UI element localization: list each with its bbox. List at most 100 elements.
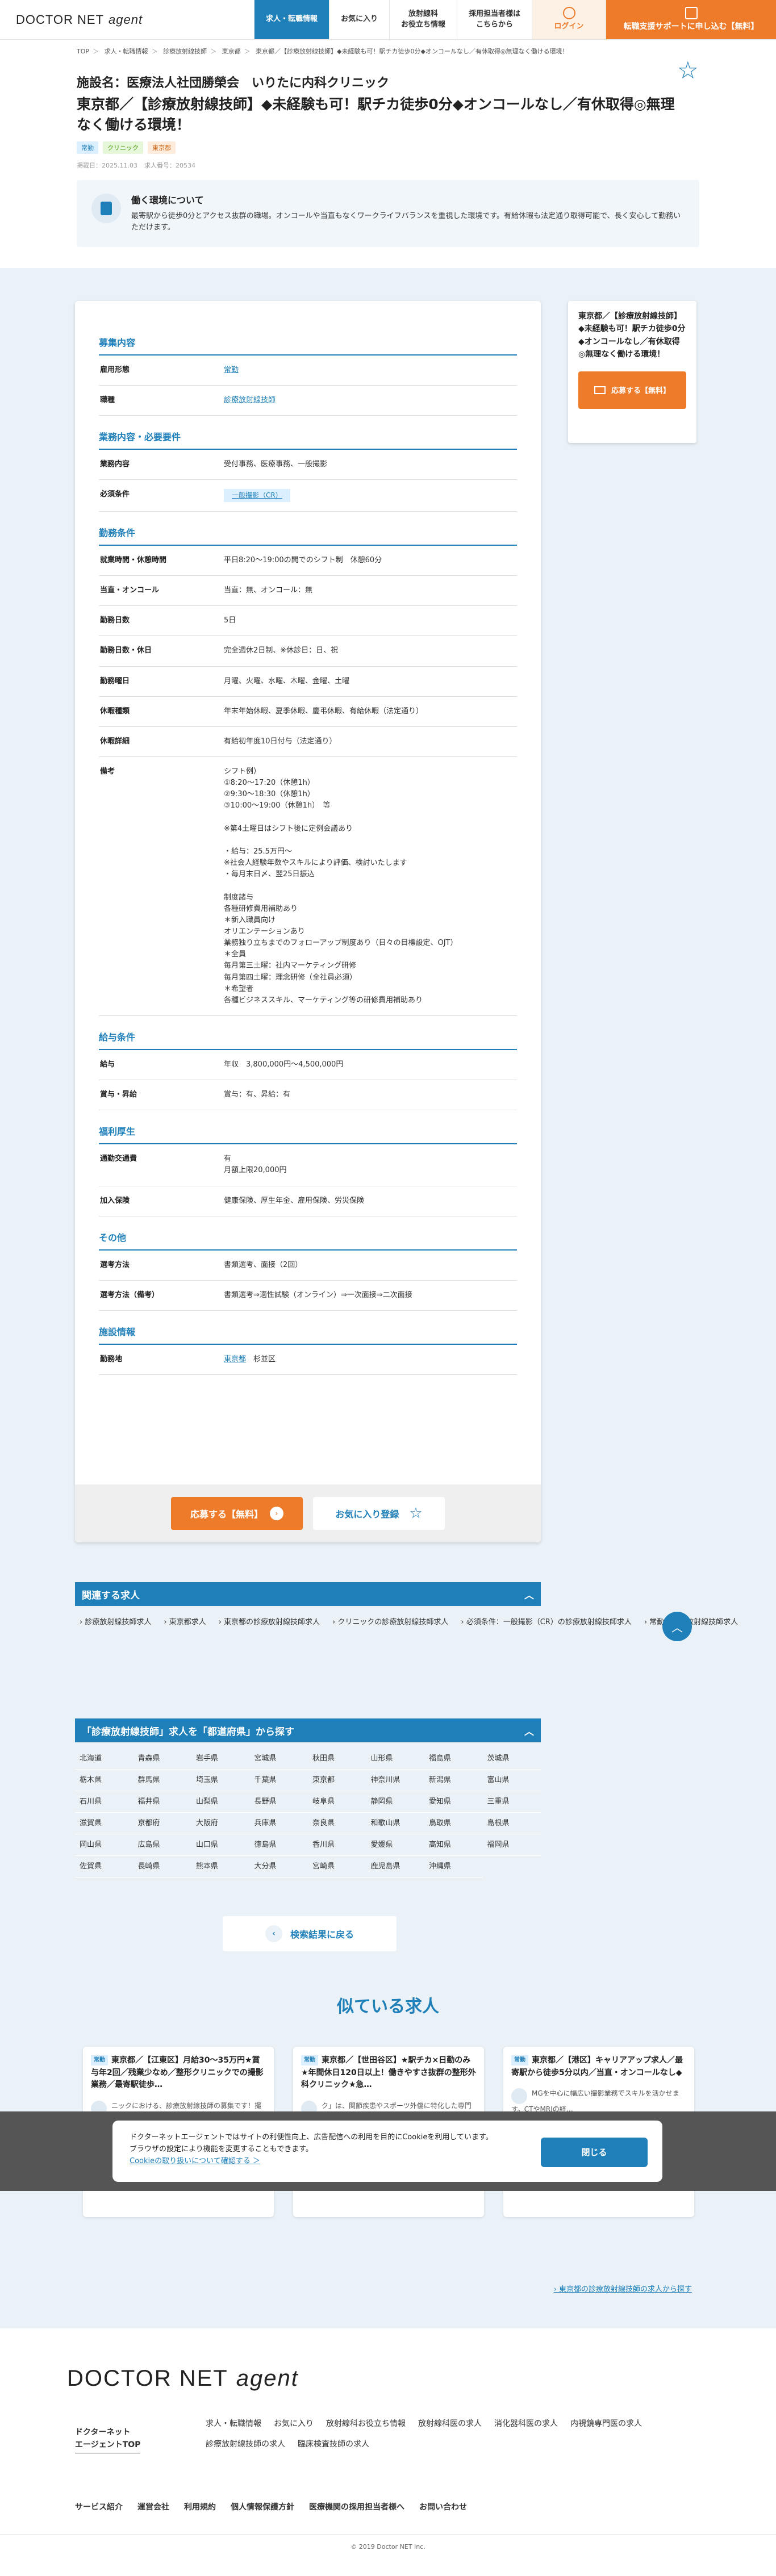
prefecture-link[interactable]: 富山県 <box>482 1770 541 1791</box>
prefecture-link[interactable]: 福岡県 <box>482 1834 541 1856</box>
footer-link[interactable]: 消化器科医の求人 <box>494 2414 558 2434</box>
prefecture-link[interactable]: 福井県 <box>133 1791 191 1813</box>
prefecture-link[interactable]: 長崎県 <box>133 1856 191 1877</box>
prefecture-link[interactable]: 大分県 <box>249 1856 308 1877</box>
footer-link[interactable]: 臨床検査技師の求人 <box>298 2434 369 2454</box>
prefecture-link[interactable]: 兵庫県 <box>249 1813 308 1834</box>
row-link[interactable]: 常勤 <box>224 366 239 374</box>
footer-bottom-link[interactable]: 運営会社 <box>137 2503 169 2512</box>
prefecture-link[interactable]: 長野県 <box>249 1791 308 1813</box>
nav-jobs[interactable]: 求人・転職情報 <box>253 0 329 39</box>
prefecture-link[interactable]: 香川県 <box>308 1834 366 1856</box>
prefecture-link[interactable]: 東京都 <box>308 1770 366 1791</box>
favorite-button[interactable]: お気に入り登録 ☆ <box>313 1497 445 1530</box>
apply-button[interactable]: 応募する【無料】 › <box>171 1497 303 1530</box>
prefecture-link[interactable]: 群馬県 <box>133 1770 191 1791</box>
breadcrumb-item[interactable]: 求人・転職情報 <box>105 48 148 55</box>
prefecture-link[interactable]: 奈良県 <box>308 1813 366 1834</box>
prefecture-link[interactable]: 滋賀県 <box>75 1813 133 1834</box>
footer-link[interactable]: 放射線科医の求人 <box>418 2414 482 2434</box>
prefecture-link[interactable]: 福島県 <box>424 1748 483 1770</box>
prefecture-link[interactable]: 千葉県 <box>249 1770 308 1791</box>
related-job-link[interactable]: › クリニックの診療放射線技師求人 <box>332 1618 448 1626</box>
footer-bottom-link[interactable]: 個人情報保護方針 <box>231 2503 294 2512</box>
prefecture-link[interactable]: 愛媛県 <box>366 1834 424 1856</box>
footer-link[interactable]: 診療放射線技師の求人 <box>206 2434 285 2454</box>
prefecture-link[interactable]: 山形県 <box>366 1748 424 1770</box>
prefecture-link[interactable]: 茨城県 <box>482 1748 541 1770</box>
cookie-policy-link[interactable]: Cookieの取り扱いについて確認する ＞ <box>130 2157 260 2165</box>
prefecture-grid: 北海道 青森県 岩手県 宮城県 秋田県 山形県 福島県 茨城県栃木県 群馬県 埼玉県 千葉県 東京都神… <box>75 1748 541 1877</box>
row-label: 選考方法（備考） <box>100 1290 160 1299</box>
footer-bottom-link[interactable]: 医療機関の採用担当者様へ <box>309 2503 404 2512</box>
footer-bottom-link[interactable]: 利用規約 <box>184 2503 216 2512</box>
prefecture-link[interactable]: 神奈川県 <box>366 1770 424 1791</box>
footer-link[interactable]: 内視鏡専門医の求人 <box>570 2414 642 2434</box>
row-link[interactable]: 診療放射線技師 <box>224 396 276 404</box>
prefecture-link[interactable]: 三重県 <box>482 1791 541 1813</box>
prefecture-link[interactable]: 山口県 <box>191 1834 250 1856</box>
footer-link[interactable]: お気に入り <box>274 2414 314 2434</box>
footer-top-link[interactable]: ドクターネット エージェントTOP <box>75 2426 141 2453</box>
row-label: 勤務曜日 <box>100 676 130 685</box>
side-apply-button[interactable]: 応募する【無料】 <box>578 371 686 409</box>
prefecture-link[interactable]: 鹿児島県 <box>366 1856 424 1877</box>
nav-favorites[interactable]: お気に入り <box>328 0 389 39</box>
prefecture-link[interactable]: 静岡県 <box>366 1791 424 1813</box>
related-job-link[interactable]: › 東京都の診療放射線技師求人 <box>219 1618 320 1626</box>
prefecture-link[interactable]: 和歌山県 <box>366 1813 424 1834</box>
prefecture-link[interactable]: 鳥取県 <box>424 1813 483 1834</box>
footer-link[interactable]: 放射線科お役立ち情報 <box>326 2414 406 2434</box>
favorite-star-icon[interactable]: ☆ <box>677 58 702 83</box>
related-jobs-header[interactable]: 関連する求人 ︿ <box>75 1582 541 1606</box>
career-support-button[interactable]: 転職支援サポートに申し込む【無料】 <box>606 0 776 39</box>
requirement-chip[interactable]: 一般撮影（CR） <box>224 489 290 503</box>
nav-recruiters[interactable]: 採用担当者様は こちらから <box>456 0 532 39</box>
prefecture-link[interactable]: 宮崎県 <box>308 1856 366 1877</box>
nav-radiology-info[interactable]: 放射線科 お役立ち情報 <box>389 0 457 39</box>
prefecture-link[interactable]: 京都府 <box>133 1813 191 1834</box>
prefecture-link[interactable]: 宮城県 <box>249 1748 308 1770</box>
footer-bottom-link[interactable]: お問い合わせ <box>419 2503 467 2512</box>
prefecture-link[interactable]: 徳島県 <box>249 1834 308 1856</box>
prefecture-link[interactable]: 山梨県 <box>191 1791 250 1813</box>
prefecture-link[interactable]: 岩手県 <box>191 1748 250 1770</box>
breadcrumb-item[interactable]: 診療放射線技師 <box>163 48 207 55</box>
row-label: 選考方法 <box>100 1260 130 1269</box>
prefecture-link[interactable]: 広島県 <box>133 1834 191 1856</box>
prefecture-link[interactable]: 秋田県 <box>308 1748 366 1770</box>
footer-bottom-link[interactable]: サービス紹介 <box>75 2503 123 2512</box>
tag-prefecture: 東京都 <box>148 141 176 154</box>
breadcrumb-item[interactable]: 東京都 <box>222 48 241 55</box>
login-button[interactable]: ログイン <box>532 0 606 39</box>
prefecture-link[interactable]: 東京都 <box>224 1355 246 1364</box>
prefecture-link[interactable]: 沖縄県 <box>424 1856 483 1877</box>
cookie-close-button[interactable]: 閉じる <box>541 2138 648 2167</box>
detail-row: 業務内容 受付事務、医療事務、一般撮影 <box>99 450 517 480</box>
prefecture-link[interactable]: 青森県 <box>133 1748 191 1770</box>
prefecture-link[interactable]: 岡山県 <box>75 1834 133 1856</box>
prefecture-link[interactable]: 愛知県 <box>424 1791 483 1813</box>
footer-link[interactable]: 求人・転職情報 <box>206 2414 261 2434</box>
prefecture-link[interactable]: 島根県 <box>482 1813 541 1834</box>
prefecture-link[interactable]: 栃木県 <box>75 1770 133 1791</box>
prefecture-link[interactable]: 熊本県 <box>191 1856 250 1877</box>
more-jobs-link[interactable]: › 東京都の診療放射線技師の求人から探す <box>554 2283 692 2294</box>
related-job-link[interactable]: › 必須条件：一般撮影（CR）の診療放射線技師求人 <box>461 1618 631 1626</box>
prefecture-link[interactable]: 佐賀県 <box>75 1856 133 1877</box>
prefecture-link[interactable]: 岐阜県 <box>308 1791 366 1813</box>
site-logo[interactable]: DOCTOR NET agent <box>0 0 158 39</box>
scroll-top-button[interactable]: ︿ <box>662 1612 692 1641</box>
prefecture-link[interactable]: 北海道 <box>75 1748 133 1770</box>
breadcrumb-item[interactable]: TOP <box>77 48 89 55</box>
related-job-link[interactable]: › 東京都求人 <box>164 1618 206 1626</box>
back-to-results-button[interactable]: ‹ 検索結果に戻る <box>223 1916 397 1951</box>
prefecture-link[interactable]: 埼玉県 <box>191 1770 250 1791</box>
prefecture-link[interactable]: 石川県 <box>75 1791 133 1813</box>
related-job-link[interactable]: › 診療放射線技師求人 <box>80 1618 151 1626</box>
prefecture-link[interactable]: 大阪府 <box>191 1813 250 1834</box>
prefecture-link[interactable]: 新潟県 <box>424 1770 483 1791</box>
footer-logo[interactable]: DOCTOR NET agent <box>67 2366 299 2391</box>
prefecture-link[interactable]: 高知県 <box>424 1834 483 1856</box>
prefecture-search-header[interactable]: 「診療放射線技師」求人を「都道府県」から探す ︿ <box>75 1718 541 1742</box>
